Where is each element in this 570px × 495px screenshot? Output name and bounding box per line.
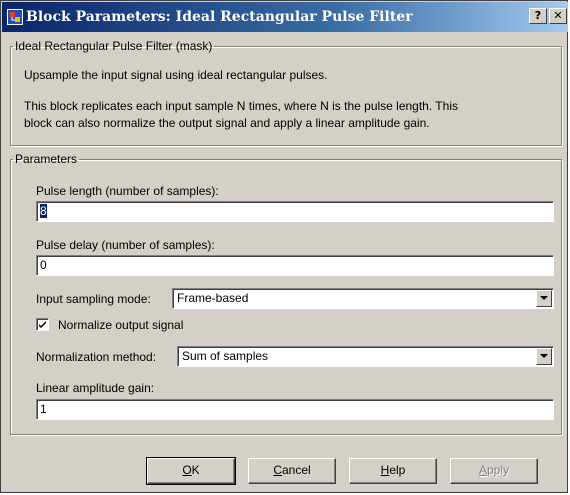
chevron-down-icon[interactable] [536, 348, 552, 365]
help-title-button[interactable]: ? [529, 8, 547, 24]
ok-label: K [191, 463, 200, 477]
simulink-block-icon [7, 9, 23, 25]
ok-button[interactable]: OK [146, 457, 236, 485]
pulse-length-input[interactable]: 8 [36, 201, 554, 222]
normalization-method-dropdown[interactable]: Sum of samples [177, 346, 554, 367]
title-bar[interactable]: Block Parameters: Ideal Rectangular Puls… [2, 2, 568, 32]
close-button[interactable]: ✕ [549, 8, 567, 24]
apply-label: pply [487, 463, 510, 477]
pulse-delay-label: Pulse delay (number of samples): [36, 238, 215, 252]
input-sampling-mode-dropdown[interactable]: Frame-based [172, 288, 554, 309]
linear-gain-value: 1 [40, 402, 47, 416]
pulse-length-value: 8 [40, 204, 47, 218]
cancel-button[interactable]: Cancel [248, 458, 336, 484]
pulse-length-label: Pulse length (number of samples): [36, 184, 219, 198]
cancel-label: ancel [281, 463, 311, 477]
description-line-1: Upsample the input signal using ideal re… [24, 68, 328, 82]
ok-mnemonic: O [182, 463, 192, 477]
normalization-method-value: Sum of samples [182, 349, 269, 363]
description-line-3: block can also normalize the output sign… [24, 116, 430, 130]
chevron-down-icon[interactable] [536, 290, 552, 307]
window-title: Block Parameters: Ideal Rectangular Puls… [26, 9, 413, 25]
pulse-delay-input[interactable]: 0 [36, 255, 554, 276]
linear-gain-input[interactable]: 1 [36, 399, 554, 420]
help-button[interactable]: Help [349, 458, 437, 484]
linear-gain-label: Linear amplitude gain: [36, 381, 155, 395]
normalize-output-label[interactable]: Normalize output signal [58, 318, 183, 332]
apply-button[interactable]: Apply [450, 458, 538, 484]
input-sampling-mode-label: Input sampling mode: [36, 292, 151, 306]
cancel-mnemonic: C [273, 463, 282, 477]
help-label: elp [389, 463, 406, 477]
parameters-legend: Parameters [15, 152, 78, 166]
description-line-2: This block replicates each input sample … [24, 99, 458, 113]
block-parameters-dialog: Block Parameters: Ideal Rectangular Puls… [0, 0, 568, 493]
normalize-output-checkbox[interactable] [36, 318, 49, 331]
description-legend: Ideal Rectangular Pulse Filter (mask) [15, 39, 213, 53]
apply-mnemonic: A [478, 463, 487, 477]
input-sampling-mode-value: Frame-based [177, 291, 249, 305]
pulse-delay-value: 0 [40, 258, 47, 272]
normalization-method-label: Normalization method: [36, 350, 157, 364]
